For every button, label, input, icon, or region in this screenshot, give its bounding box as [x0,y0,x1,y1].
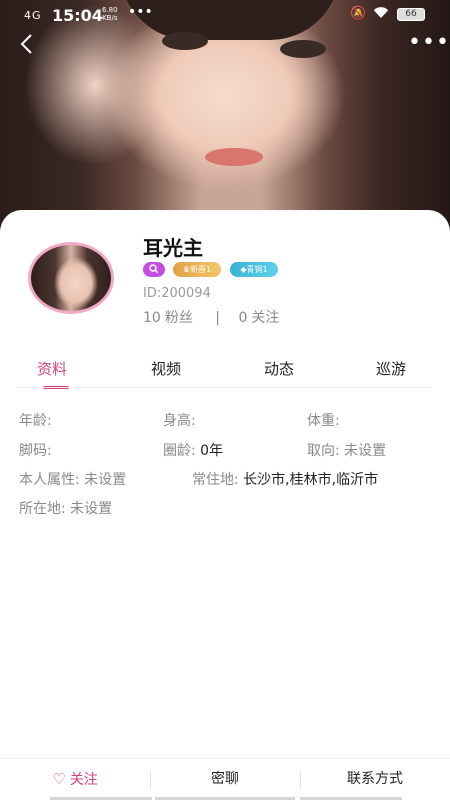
contact-info-label: 联系方式 [347,771,403,787]
info-height-label: 身高: [163,413,196,429]
cover-photo-eye-right [280,40,326,58]
profile-name: 耳光主 [143,236,203,260]
follow-button-label: 关注 [69,772,98,788]
status-time: 15:04 [52,6,103,25]
info-orientation: 取向: 未设置 [307,440,386,460]
network-speed: 6.80 KB/s [102,6,118,22]
info-foot: 脚码: [19,440,52,460]
info-age-label: 年龄: [19,413,52,429]
fans-label[interactable]: 粉丝 [165,310,193,326]
follow-stats: 10 粉丝 | 0 关注 [143,307,283,327]
following-count[interactable]: 0 [238,310,247,326]
info-attribute-value: 未设置 [84,472,127,488]
info-weight: 体重: [307,410,340,430]
network-speed-value: 6.80 [102,6,118,14]
info-attribute-label: 本人属性: [19,472,80,488]
fans-count[interactable]: 10 [143,310,161,326]
cover-photo-lips [205,148,263,166]
level-badge-bronze: ◆青铜1 [230,262,278,277]
crown-icon: ♛ [182,265,191,274]
level-badge-new-label: 新晋1 [190,265,212,274]
user-id: ID:200094 [143,286,211,301]
status-bar: 4G 15:04 6.80 KB/s ••• 🔕 66 [0,0,450,30]
info-weight-label: 体重: [307,413,340,429]
info-foot-label: 脚码: [19,443,52,459]
info-orientation-value: 未设置 [344,443,387,459]
info-location-value: 未设置 [70,501,113,517]
info-circle-age-value: 0年 [200,443,224,459]
level-badge-new: ♛新晋1 [173,262,221,277]
avatar[interactable] [28,242,114,314]
info-residence-value: 长沙市,桂林市,临沂市 [243,472,379,488]
private-chat-button[interactable]: 密聊 [150,759,300,797]
info-location: 所在地: 未设置 [19,498,112,518]
level-badge-bronze-label: 青铜1 [246,265,268,274]
tab-profile[interactable]: 资料 [37,358,67,379]
battery-indicator: 66 [397,8,425,21]
private-chat-label: 密聊 [211,771,239,787]
bottom-action-bar: ♡ 关注 密聊 联系方式 [0,758,450,800]
search-badge-icon [143,262,165,277]
tabs-divider [18,387,432,388]
info-circle-age-label: 圈龄: [163,443,196,459]
more-button[interactable]: ••• [408,32,449,56]
tab-videos[interactable]: 视频 [151,358,181,379]
info-residence-label: 常住地: [192,472,239,488]
info-attribute: 本人属性: 未设置 [19,469,126,489]
tab-cruise[interactable]: 巡游 [376,358,406,379]
follow-button[interactable]: ♡ 关注 [0,759,150,797]
info-age: 年龄: [19,410,52,430]
more-horizontal-icon: ••• [408,30,450,55]
tab-moments[interactable]: 动态 [264,358,294,379]
info-height: 身高: [163,410,196,430]
back-button[interactable] [16,32,44,60]
heart-icon: ♡ [52,770,66,788]
signal-icon: 4G [24,9,42,22]
info-orientation-label: 取向: [307,443,340,459]
wifi-icon [373,6,389,23]
stats-divider: | [215,310,220,326]
mute-bell-icon: 🔕 [350,6,367,21]
following-label[interactable]: 关注 [251,310,279,326]
contact-info-button[interactable]: 联系方式 [300,759,450,797]
cover-photo-eye-left [162,32,208,50]
network-speed-unit: KB/s [102,14,118,22]
status-overflow-icon: ••• [128,4,153,20]
profile-card: 耳光主 ♛新晋1 ◆青铜1 ID:200094 10 粉丝 | 0 关注 资料 视频… [0,210,450,800]
chevron-left-icon [20,34,32,54]
info-residence: 常住地: 长沙市,桂林市,临沂市 [192,469,378,489]
cover-photo [0,0,450,240]
profile-tabs: 资料 视频 动态 巡游 [0,350,450,390]
info-circle-age: 圈龄: 0年 [163,440,223,460]
info-location-label: 所在地: [19,501,66,517]
